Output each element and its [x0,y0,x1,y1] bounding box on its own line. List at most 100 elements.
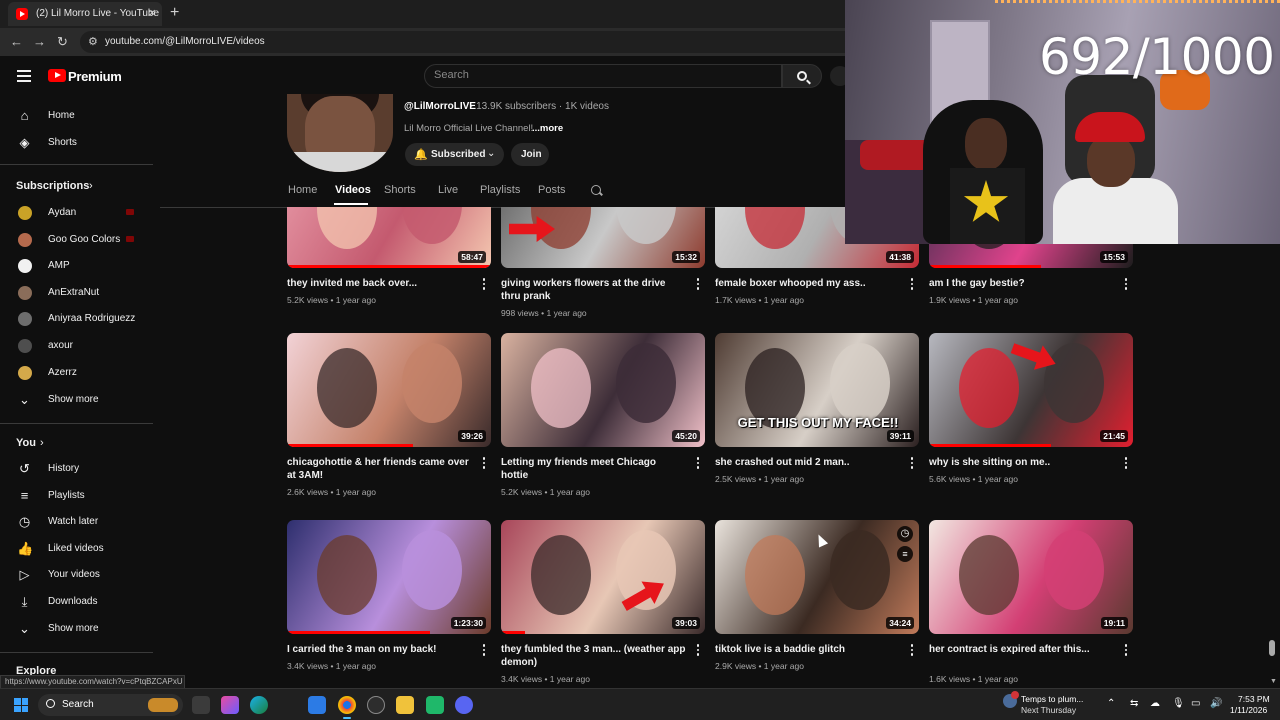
microphone-icon[interactable]: 🎙 [1172,698,1185,709]
url-text[interactable]: youtube.com/@LilMorroLIVE/videos [105,36,265,47]
video-thumbnail[interactable]: 1:23:30 [287,520,491,634]
video-thumbnail[interactable]: 19:11 [929,520,1133,634]
store-icon[interactable] [308,696,326,714]
sidebar-divider [0,164,153,165]
subscribed-label: Subscribed [431,149,486,160]
video-duration: 1:23:30 [450,617,486,629]
app-green-icon[interactable] [426,696,444,714]
watch-progress-bar [287,265,491,268]
file-explorer-icon[interactable] [396,696,414,714]
more-actions-icon[interactable] [908,644,916,658]
taskbar-search[interactable]: Search [38,694,183,716]
taskbar-search-label: Search [62,699,94,710]
scroll-down-icon[interactable]: ▼ [1270,678,1277,685]
back-icon[interactable]: ← [10,34,23,49]
cloud-icon[interactable]: ☁ [1150,698,1160,709]
video-title[interactable]: why is she sitting on me.. [929,456,1114,469]
more-actions-icon[interactable] [694,457,702,471]
copilot-icon[interactable] [221,696,239,714]
channel-handle: @LilMorroLIVE [404,101,476,112]
video-title[interactable]: she crashed out mid 2 man.. [715,456,900,469]
clock-time[interactable]: 7:53 PM [1238,694,1270,704]
video-title[interactable]: Letting my friends meet Chicago hottie [501,456,686,482]
app-icon[interactable] [367,696,385,714]
video-title[interactable]: am I the gay bestie? [929,277,1114,290]
url-field[interactable]: ⚙ youtube.com/@LilMorroLIVE/videos [80,31,860,53]
browser-tab[interactable]: (2) Lil Morro Live - YouTube × [8,2,162,26]
add-to-queue-icon[interactable]: ≡ [897,546,913,562]
video-thumbnail[interactable]: 15:32 [501,207,705,268]
more-actions-icon[interactable] [694,644,702,658]
video-title[interactable]: giving workers flowers at the drive thru… [501,277,686,303]
more-actions-icon[interactable] [1122,457,1130,471]
more-actions-icon[interactable] [480,278,488,292]
sidebar-item-home[interactable]: ⌂ Home [0,103,155,129]
forward-icon[interactable]: → [33,34,46,49]
start-button[interactable] [14,698,28,712]
video-meta: 1.7K views • 1 year ago [715,295,804,305]
more-actions-icon[interactable] [908,457,916,471]
video-thumbnail[interactable]: 58:47 [287,207,491,268]
channel-search-icon[interactable] [591,185,601,195]
tab-videos[interactable]: Videos [335,184,371,196]
more-actions-icon[interactable] [908,278,916,292]
search-button[interactable] [782,64,822,88]
chrome-icon[interactable] [338,696,356,719]
more-actions-icon[interactable] [1122,278,1130,292]
new-tab-button[interactable]: + [170,4,179,22]
discord-icon[interactable] [455,696,473,714]
video-title[interactable]: her contract is expired after this... [929,643,1114,656]
tab-shorts[interactable]: Shorts [384,184,416,196]
clock-date[interactable]: 1/11/2026 [1230,705,1267,715]
subscribed-button[interactable]: 🔔 Subscribed ⌄ [405,143,504,166]
subscriptions-heading[interactable]: Subscriptions [16,180,89,192]
tab-posts[interactable]: Posts [538,184,566,196]
watch-progress-bar [501,631,526,634]
tab-playlists[interactable]: Playlists [480,184,520,196]
tray-chevron-icon[interactable]: ⌃ [1107,698,1115,709]
more-actions-icon[interactable] [1122,644,1130,658]
tab-live[interactable]: Live [438,184,458,196]
search-input[interactable] [434,69,754,81]
watch-later-icon[interactable]: ◷ [897,526,913,542]
description-more-link[interactable]: ...more [532,123,563,134]
video-title[interactable]: I carried the 3 man on my back! [287,643,472,656]
youtube-logo-icon[interactable] [48,69,66,82]
edge-icon[interactable] [250,696,268,714]
sidebar-item-shorts[interactable]: ◈ Shorts [0,130,155,156]
tab-close-icon[interactable]: × [148,5,156,20]
youtube-premium-logo[interactable]: Premium [68,69,122,84]
task-view-icon[interactable] [192,696,210,714]
network-icon[interactable]: ▭ [1191,698,1200,709]
site-info-icon[interactable]: ⚙ [88,35,98,48]
sidebar-item-label: Shorts [48,137,77,148]
video-title[interactable]: female boxer whooped my ass.. [715,277,900,290]
weather-headline[interactable]: Temps to plum... [1021,694,1083,704]
app-tray-icon[interactable]: ⇆ [1130,698,1138,709]
video-thumbnail[interactable]: GET THIS OUT MY FACE!! 39:11 [715,333,919,447]
tab-home[interactable]: Home [288,184,317,196]
volume-icon[interactable]: 🔊 [1210,698,1222,709]
search-box[interactable] [424,64,782,88]
channel-avatar[interactable] [287,94,393,172]
more-actions-icon[interactable] [480,457,488,471]
weather-subline[interactable]: Next Thursday [1021,705,1076,715]
video-duration: 34:24 [886,617,914,629]
video-duration: 15:53 [1100,251,1128,263]
video-title[interactable]: they invited me back over... [287,277,472,290]
video-title[interactable]: they fumbled the 3 man... (weather app d… [501,643,686,669]
more-actions-icon[interactable] [694,278,702,292]
chevron-right-icon[interactable]: › [89,180,93,192]
search-highlight-icon [148,698,178,712]
scrollbar-thumb[interactable] [1269,640,1275,656]
video-title[interactable]: chicagohottie & her friends came over at… [287,456,472,482]
video-title[interactable]: tiktok live is a baddie glitch [715,643,900,656]
video-thumbnail[interactable]: 21:45 [929,333,1133,447]
video-thumbnail[interactable]: 45:20 [501,333,705,447]
video-thumbnail[interactable]: 39:03 [501,520,705,634]
menu-icon[interactable] [17,70,31,82]
reload-icon[interactable]: ↻ [57,34,68,50]
video-thumbnail[interactable]: 39:26 [287,333,491,447]
join-button[interactable]: Join [511,143,549,166]
more-actions-icon[interactable] [480,644,488,658]
